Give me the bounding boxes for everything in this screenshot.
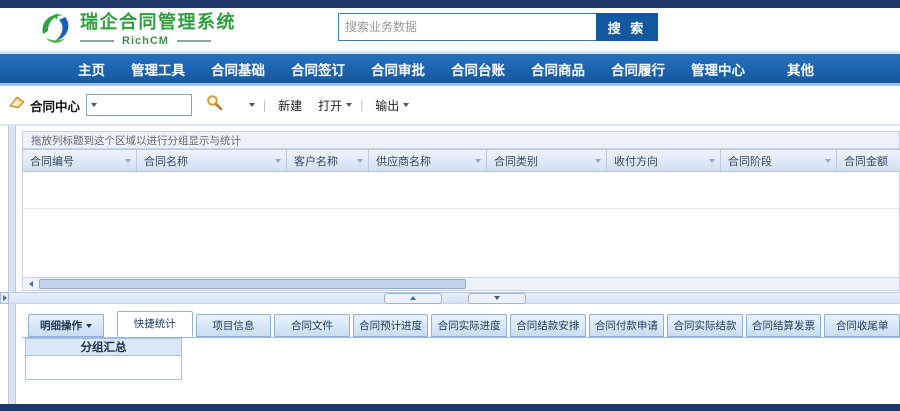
toolbar-separator: | bbox=[263, 98, 267, 112]
column-label: 合同名称 bbox=[144, 155, 188, 168]
detail-tab-strip: 明细操作 快捷统计 项目信息 合同文件 合同预计进度 合同实际进度 合同结款安排… bbox=[28, 311, 900, 337]
splitter-collapse-down-button[interactable] bbox=[467, 292, 526, 304]
chevron-down-icon bbox=[86, 323, 92, 328]
chevron-right-icon bbox=[2, 295, 7, 301]
tab-payment-request[interactable]: 合同付款申请 bbox=[588, 314, 665, 337]
top-chrome-bar bbox=[0, 0, 900, 8]
nav-item-admin-center[interactable]: 管理中心 bbox=[691, 59, 745, 79]
filter-icon[interactable] bbox=[475, 158, 481, 163]
filter-icon[interactable] bbox=[275, 158, 281, 163]
splitter-grip-dots: ···· bbox=[448, 294, 462, 302]
filter-icon[interactable] bbox=[825, 158, 831, 163]
chevron-up-icon bbox=[410, 296, 417, 300]
open-button[interactable]: 打开 bbox=[318, 97, 342, 114]
horizontal-scrollbar[interactable] bbox=[22, 277, 900, 291]
tab-contract-files[interactable]: 合同文件 bbox=[274, 314, 350, 337]
logo-swirl-icon bbox=[36, 10, 74, 53]
tab-payment-schedule[interactable]: 合同结款安排 bbox=[509, 314, 586, 337]
group-by-hint: 拖放列标题到这个区域以进行分组显示与统计 bbox=[31, 134, 241, 147]
tab-closeout-form[interactable]: 合同收尾单 bbox=[824, 314, 900, 337]
scroll-left-button[interactable] bbox=[24, 279, 37, 289]
tab-planned-progress[interactable]: 合同预计进度 bbox=[352, 314, 429, 337]
nav-item-contract-base[interactable]: 合同基础 bbox=[211, 59, 265, 79]
tab-actual-settlement[interactable]: 合同实际结款 bbox=[667, 314, 743, 337]
detail-actions-label: 明细操作 bbox=[40, 319, 82, 332]
module-combo-input[interactable] bbox=[86, 94, 193, 116]
panel-splitter[interactable]: ···· bbox=[10, 292, 900, 304]
main-nav: 主页 管理工具 合同基础 合同签订 合同审批 合同台账 合同商品 合同履行 管理… bbox=[0, 54, 900, 83]
export-options-chevron-icon[interactable] bbox=[403, 103, 410, 107]
module-label: 合同中心 bbox=[30, 99, 81, 114]
filter-icon[interactable] bbox=[125, 158, 131, 163]
search-options-chevron-icon[interactable] bbox=[249, 103, 256, 107]
chevron-down-icon bbox=[493, 296, 500, 300]
app-title: 瑞企合同管理系统 bbox=[80, 12, 236, 32]
nav-item-tools[interactable]: 管理工具 bbox=[131, 59, 185, 79]
nav-item-other[interactable]: 其他 bbox=[787, 59, 814, 79]
filter-icon[interactable] bbox=[709, 158, 715, 163]
group-by-panel[interactable]: 拖放列标题到这个区域以进行分组显示与统计 bbox=[22, 131, 900, 149]
column-label: 合同金额 bbox=[844, 155, 888, 168]
scrollbar-thumb[interactable] bbox=[39, 279, 466, 289]
nav-item-contract-ledger[interactable]: 合同台账 bbox=[451, 59, 505, 79]
nav-item-home[interactable]: 主页 bbox=[78, 59, 105, 79]
search-button[interactable]: 搜 索 bbox=[596, 13, 658, 41]
column-header-pay-direction[interactable]: 收付方向 bbox=[607, 149, 721, 172]
column-header-contract-amount[interactable]: 合同金额 bbox=[837, 149, 900, 172]
toolbar-separator-2: | bbox=[360, 98, 364, 112]
column-header-contract-stage[interactable]: 合同阶段 bbox=[721, 149, 837, 172]
splitter-collapse-up-button[interactable] bbox=[384, 292, 443, 304]
module-icon bbox=[8, 95, 26, 115]
grid-body[interactable] bbox=[22, 172, 900, 277]
filter-icon[interactable] bbox=[357, 158, 363, 163]
logo-dash-right bbox=[176, 40, 211, 42]
toolbar-divider bbox=[0, 124, 900, 126]
column-label: 合同编号 bbox=[30, 155, 74, 168]
export-button[interactable]: 输出 bbox=[375, 97, 399, 114]
detail-actions-button[interactable]: 明细操作 bbox=[28, 314, 104, 337]
filter-icon[interactable] bbox=[595, 158, 601, 163]
app-subtitle: RichCM bbox=[122, 35, 169, 47]
logo-dash-left bbox=[80, 40, 114, 42]
new-button[interactable]: 新建 bbox=[278, 97, 302, 114]
chevron-left-icon bbox=[28, 281, 33, 287]
column-label: 合同类别 bbox=[494, 155, 538, 168]
tab-quick-stats[interactable]: 快捷统计 bbox=[117, 311, 193, 337]
column-header-contract-no[interactable]: 合同编号 bbox=[23, 149, 137, 172]
left-splitter-collapse-button[interactable] bbox=[0, 292, 9, 304]
column-header-contract-category[interactable]: 合同类别 bbox=[487, 149, 607, 172]
left-splitter[interactable] bbox=[8, 126, 16, 404]
group-summary-box[interactable] bbox=[25, 355, 182, 380]
column-header-customer-name[interactable]: 客户名称 bbox=[287, 149, 369, 172]
group-summary-header: 分组汇总 bbox=[25, 338, 182, 355]
bottom-chrome-bar bbox=[0, 404, 900, 411]
column-label: 收付方向 bbox=[614, 155, 658, 168]
search-magnifier-icon[interactable] bbox=[206, 94, 223, 116]
column-label: 供应商名称 bbox=[376, 155, 431, 168]
nav-item-contract-perform[interactable]: 合同履行 bbox=[611, 59, 665, 79]
nav-item-contract-approve[interactable]: 合同审批 bbox=[371, 59, 425, 79]
tab-actual-progress[interactable]: 合同实际进度 bbox=[431, 314, 507, 337]
column-header-supplier-name[interactable]: 供应商名称 bbox=[369, 149, 487, 172]
open-options-chevron-icon[interactable] bbox=[346, 103, 353, 107]
chevron-down-icon[interactable] bbox=[91, 103, 98, 107]
search-input[interactable] bbox=[338, 13, 602, 41]
contract-management-window: 瑞企合同管理系统 RichCM 搜 索 主页 管理工具 合同基础 合同签订 合同… bbox=[0, 0, 900, 411]
grid-header-row: 合同编号 合同名称 客户名称 供应商名称 合同类别 收付方向 合同阶段 合同金额 bbox=[22, 149, 900, 172]
column-label: 合同阶段 bbox=[728, 155, 772, 168]
column-header-contract-name[interactable]: 合同名称 bbox=[137, 149, 287, 172]
nav-item-contract-sign[interactable]: 合同签订 bbox=[291, 59, 345, 79]
column-label: 客户名称 bbox=[294, 155, 338, 168]
grid-row-divider bbox=[23, 208, 899, 209]
tab-settlement-invoice[interactable]: 合同结算发票 bbox=[745, 314, 822, 337]
toolbar: 合同中心 | 新建 打开 | 输出 bbox=[0, 86, 900, 124]
tab-project-info[interactable]: 项目信息 bbox=[195, 314, 272, 337]
nav-item-contract-goods[interactable]: 合同商品 bbox=[531, 59, 585, 79]
app-logo: 瑞企合同管理系统 RichCM bbox=[36, 10, 236, 53]
